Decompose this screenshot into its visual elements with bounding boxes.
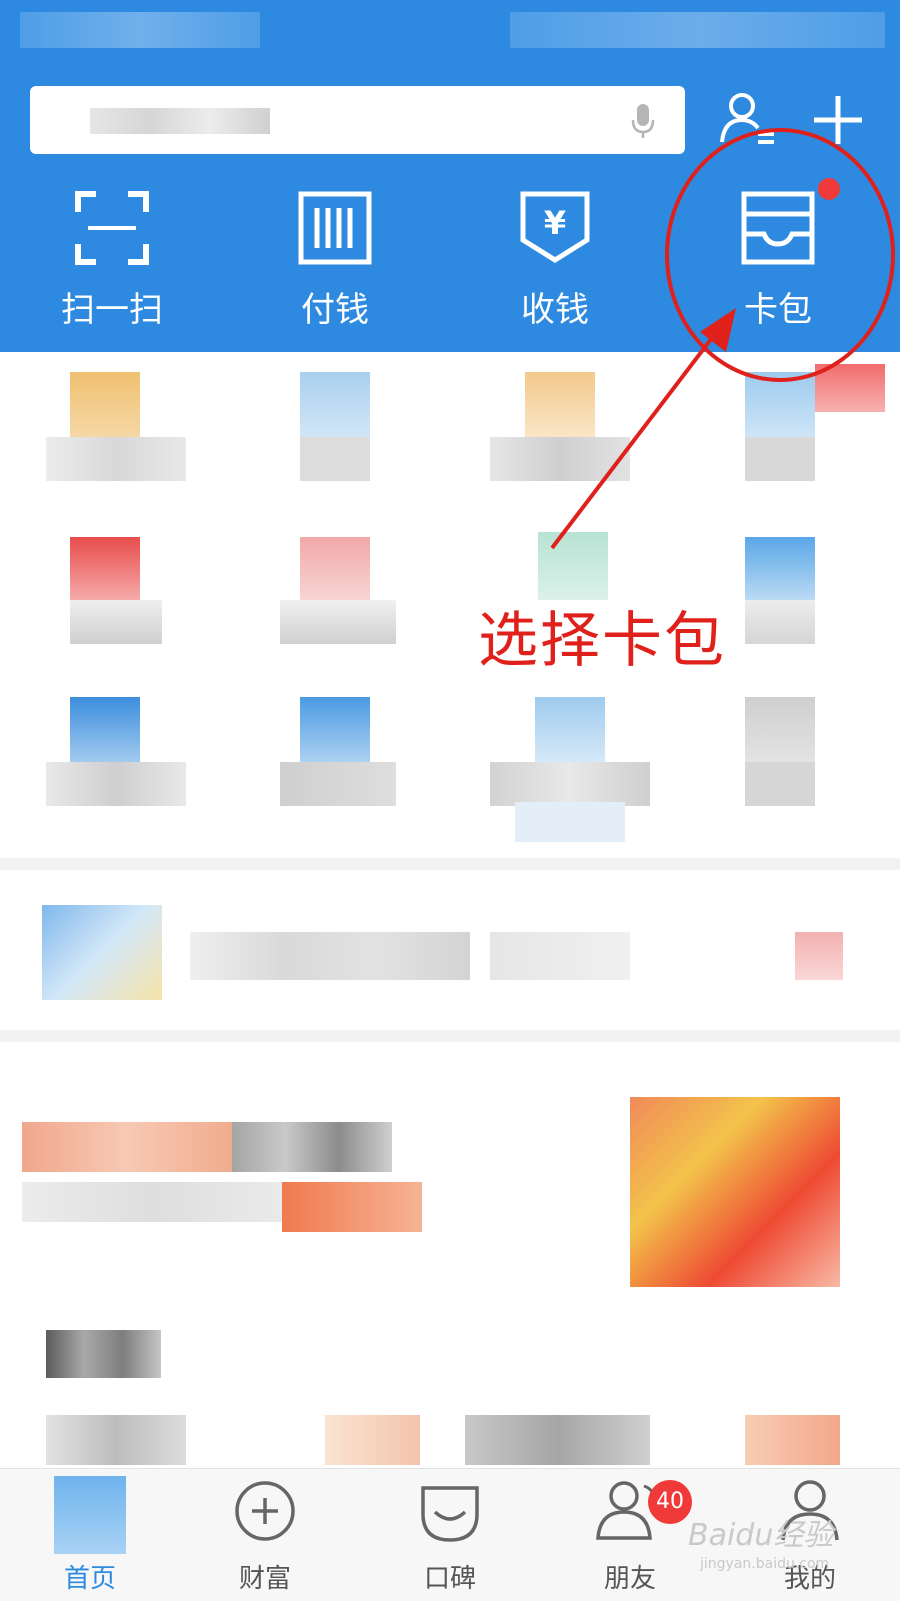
- status-bar-blurred: [20, 12, 260, 48]
- app-icon-blurred[interactable]: [70, 697, 140, 765]
- tab-koubei[interactable]: 口碑: [380, 1476, 520, 1596]
- app-icon-blurred[interactable]: [300, 537, 370, 605]
- app-icon-blurred[interactable]: [70, 372, 140, 440]
- promo-image-blurred: [630, 1097, 840, 1287]
- notice-badge-blurred: [795, 932, 843, 980]
- app-label-blurred: [745, 762, 815, 806]
- section-divider: [0, 1030, 900, 1042]
- promo-title-blurred: [22, 1122, 232, 1172]
- quick-action-scan[interactable]: 扫一扫: [32, 190, 192, 340]
- tab-label: 首页: [63, 1564, 116, 1594]
- search-placeholder-blurred: [90, 108, 270, 134]
- koubei-icon: [421, 1486, 479, 1542]
- promo-subtitle-blurred: [22, 1182, 282, 1222]
- wealth-icon: [235, 1481, 295, 1541]
- notice-row[interactable]: [0, 870, 900, 1020]
- notice-mascot-blurred: [42, 905, 162, 1000]
- receive-money-icon: ¥: [520, 191, 590, 263]
- tab-wealth[interactable]: 财富: [195, 1476, 335, 1596]
- tab-label: 财富: [238, 1564, 291, 1594]
- app-label-blurred: [46, 762, 186, 806]
- scan-icon: [75, 191, 149, 265]
- feed-item-blurred: [745, 1415, 840, 1465]
- app-icon-blurred[interactable]: [535, 697, 605, 765]
- notice-text-blurred: [190, 932, 470, 980]
- status-bar-blurred-right: [510, 12, 885, 48]
- annotation-arrow-icon: [550, 308, 736, 550]
- notice-text-blurred: [490, 932, 630, 980]
- watermark-logo: Baidu经验: [688, 1518, 834, 1553]
- feed-item-blurred: [465, 1415, 650, 1465]
- app-label-blurred: [280, 762, 396, 806]
- quick-action-pay[interactable]: 付钱: [255, 190, 415, 340]
- feed-title-blurred: [46, 1330, 161, 1378]
- annotation-label: 选择卡包: [478, 606, 726, 676]
- watermark-url: jingyan.baidu.com: [700, 1556, 830, 1572]
- tab-label: 口碑: [423, 1564, 476, 1594]
- app-icon-blurred[interactable]: [745, 697, 815, 765]
- app-label-blurred: [300, 437, 370, 481]
- section-divider: [0, 858, 900, 870]
- pay-barcode-icon: [298, 191, 372, 265]
- app-label-blurred: [490, 762, 650, 806]
- app-icon-blurred[interactable]: [300, 372, 370, 440]
- app-label-blurred: [46, 437, 186, 481]
- feed-item-blurred: [46, 1415, 186, 1465]
- tab-label: 朋友: [603, 1564, 656, 1594]
- microphone-icon[interactable]: [631, 102, 655, 140]
- promo-card[interactable]: [0, 1042, 900, 1287]
- app-label-blurred: [515, 802, 625, 842]
- app-label-blurred: [280, 600, 396, 644]
- feed-item-blurred: [325, 1415, 420, 1465]
- promo-subtitle-blurred: [282, 1182, 422, 1232]
- quick-action-label: 付钱: [301, 290, 369, 330]
- app-icon-blurred[interactable]: [70, 537, 140, 605]
- app-icon-blurred[interactable]: [300, 697, 370, 765]
- promo-title-blurred: [232, 1122, 392, 1172]
- quick-action-label: 扫一扫: [61, 290, 163, 330]
- app-label-blurred: [745, 600, 815, 644]
- search-input[interactable]: [30, 86, 685, 154]
- svg-text:¥: ¥: [544, 204, 566, 242]
- app-grid: [0, 352, 900, 852]
- feed-section: [0, 1280, 900, 1470]
- friends-badge: 40: [648, 1480, 692, 1524]
- tab-home[interactable]: 首页: [20, 1476, 160, 1596]
- home-icon: [54, 1476, 126, 1554]
- app-label-blurred: [70, 600, 162, 644]
